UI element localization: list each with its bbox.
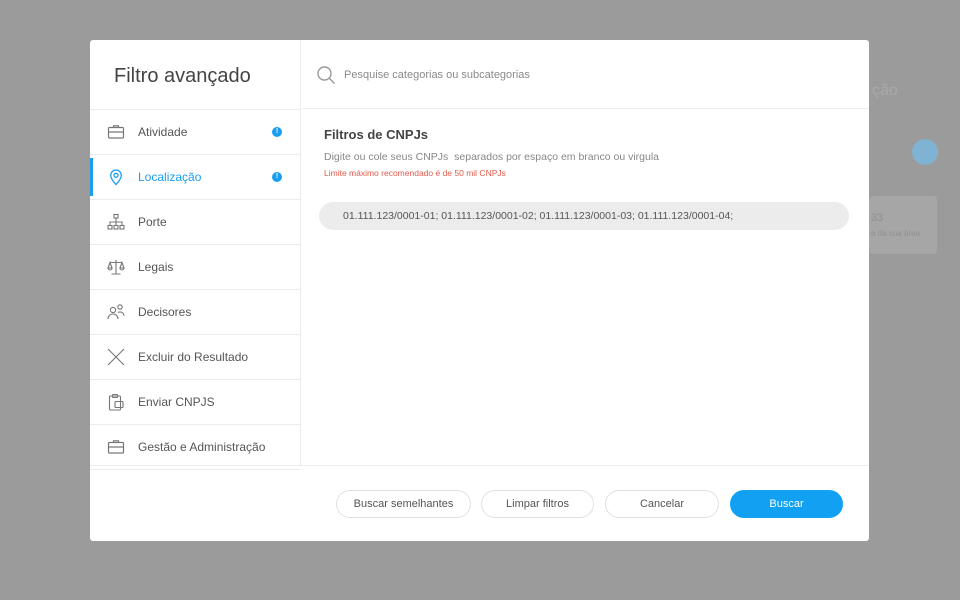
sidebar-item-porte[interactable]: Porte bbox=[90, 200, 300, 245]
map-pin-icon bbox=[107, 168, 125, 186]
briefcase-icon bbox=[107, 123, 125, 141]
sidebar-item-enviar-cnpjs[interactable]: Enviar CNPJS bbox=[90, 380, 300, 425]
background-title: ção bbox=[872, 82, 898, 99]
alert-badge: ! bbox=[272, 172, 282, 182]
background-card: 33 a da sua área bbox=[869, 196, 937, 254]
sidebar-item-localizacao[interactable]: Localização ! bbox=[90, 155, 300, 200]
sidebar-item-label: Porte bbox=[138, 215, 167, 229]
sidebar-item-label: Atividade bbox=[138, 125, 188, 139]
section-description: Digite ou cole seus CNPJs separados por … bbox=[324, 151, 660, 163]
sidebar-item-legais[interactable]: Legais bbox=[90, 245, 300, 290]
background-card-number: 33 bbox=[871, 212, 884, 224]
filter-sidebar: Filtro avançado Atividade ! Localização … bbox=[90, 40, 301, 470]
scales-icon bbox=[107, 258, 125, 276]
alert-badge: ! bbox=[272, 127, 282, 137]
cnpj-input[interactable] bbox=[319, 202, 849, 230]
people-icon bbox=[107, 303, 125, 321]
search-similar-button[interactable]: Buscar semelhantes bbox=[336, 490, 471, 518]
sidebar-item-atividade[interactable]: Atividade ! bbox=[90, 110, 300, 155]
filter-category-list: Atividade ! Localização ! Porte Legais D… bbox=[90, 109, 300, 470]
sidebar-item-label: Gestão e Administração bbox=[138, 440, 266, 454]
search-icon bbox=[316, 65, 336, 85]
cancel-button[interactable]: Cancelar bbox=[605, 490, 719, 518]
category-search-bar bbox=[302, 40, 869, 109]
sidebar-item-label: Localização bbox=[138, 170, 202, 184]
x-icon bbox=[107, 348, 125, 366]
search-input[interactable] bbox=[344, 64, 824, 86]
section-title: Filtros de CNPJs bbox=[324, 127, 429, 142]
background-card-subtitle: a da sua área bbox=[871, 229, 920, 238]
limit-warning: Limite máximo recomendado é de 50 mil CN… bbox=[324, 168, 506, 178]
modal-title: Filtro avançado bbox=[114, 65, 251, 87]
clipboard-icon bbox=[107, 393, 125, 411]
sidebar-item-label: Excluir do Resultado bbox=[138, 350, 249, 364]
search-button[interactable]: Buscar bbox=[730, 490, 843, 518]
advanced-filter-modal: Filtro avançado Atividade ! Localização … bbox=[90, 40, 869, 541]
background-avatar bbox=[912, 139, 938, 165]
org-chart-icon bbox=[107, 213, 125, 231]
modal-footer: Buscar semelhantes Limpar filtros Cancel… bbox=[90, 465, 869, 541]
sidebar-item-decisores[interactable]: Decisores bbox=[90, 290, 300, 335]
sidebar-item-excluir[interactable]: Excluir do Resultado bbox=[90, 335, 300, 380]
sidebar-item-label: Decisores bbox=[138, 305, 192, 319]
cnpj-filter-panel: Filtros de CNPJs Digite ou cole seus CNP… bbox=[302, 110, 869, 465]
clear-filters-button[interactable]: Limpar filtros bbox=[481, 490, 594, 518]
sidebar-item-label: Enviar CNPJS bbox=[138, 395, 215, 409]
sidebar-item-gestao[interactable]: Gestão e Administração bbox=[90, 425, 300, 470]
briefcase-icon bbox=[107, 438, 125, 456]
sidebar-item-label: Legais bbox=[138, 260, 174, 274]
